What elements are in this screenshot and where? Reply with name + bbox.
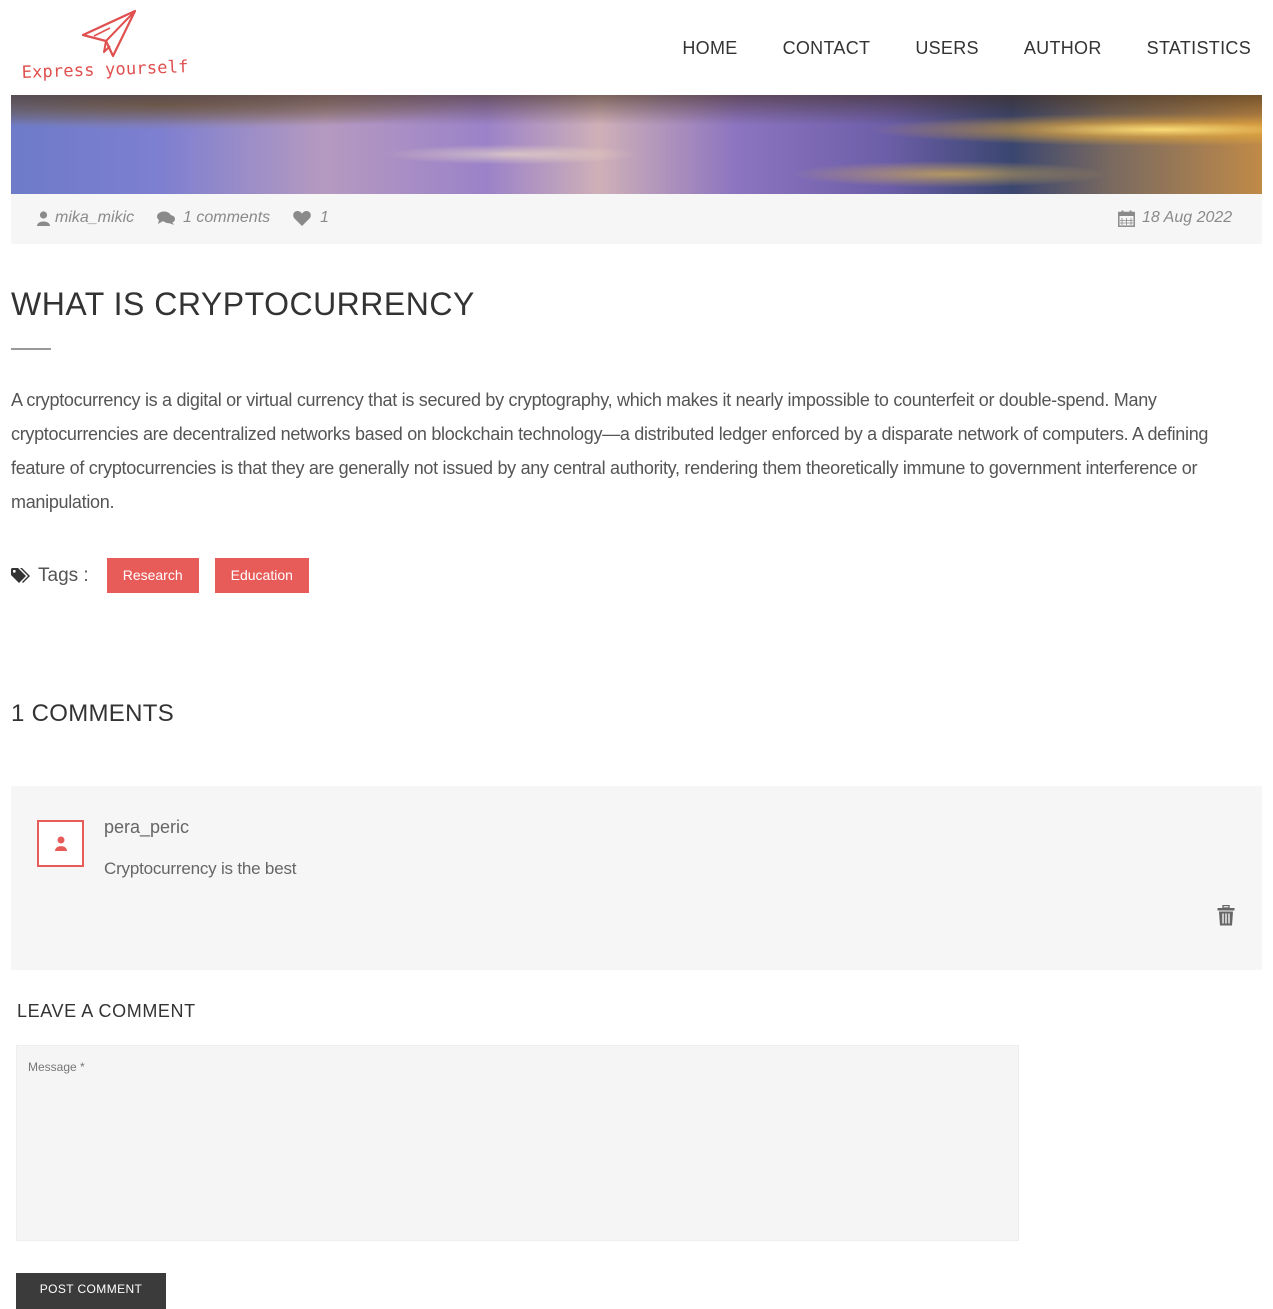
post-likes[interactable]: 1 — [293, 209, 329, 227]
user-icon — [54, 836, 67, 851]
post-title: WHAT IS CRYPTOCURRENCY — [11, 286, 475, 322]
comments-icon — [157, 211, 175, 225]
comment-item: pera_peric Cryptocurrency is the best — [11, 786, 1262, 970]
comment-text: Cryptocurrency is the best — [104, 859, 297, 878]
delete-comment-button[interactable] — [1217, 904, 1239, 929]
tags-icon — [11, 567, 30, 583]
main-nav: HOME CONTACT USERS AUTHOR STATISTICS — [682, 38, 1251, 59]
comment-avatar — [37, 820, 84, 867]
post-hero-image — [11, 95, 1262, 194]
site-logo[interactable]: Express yourself — [21, 8, 192, 90]
comments-count-text: 1 comments — [183, 209, 271, 226]
heart-icon — [293, 210, 311, 226]
title-divider — [11, 348, 51, 350]
site-header: Express yourself HOME CONTACT USERS AUTH… — [0, 0, 1273, 95]
user-icon — [37, 210, 50, 226]
nav-users[interactable]: USERS — [915, 38, 979, 59]
likes-count: 1 — [320, 209, 329, 226]
logo-text: Express yourself — [21, 57, 189, 83]
post-body: A cryptocurrency is a digital or virtual… — [11, 390, 1209, 512]
post-date: 18 Aug 2022 — [1118, 209, 1232, 227]
nav-home[interactable]: HOME — [682, 38, 737, 59]
comments-heading: 1 COMMENTS — [11, 700, 175, 727]
paper-plane-icon — [81, 9, 137, 58]
post-date-text: 18 Aug 2022 — [1142, 209, 1233, 226]
trash-icon — [1217, 904, 1235, 926]
tag-research[interactable]: Research — [106, 558, 199, 593]
post-comments-count[interactable]: 1 comments — [157, 209, 270, 227]
post-author-name: mika_mikic — [55, 209, 135, 226]
nav-author[interactable]: AUTHOR — [1024, 38, 1102, 59]
nav-contact[interactable]: CONTACT — [783, 38, 871, 59]
post-tags: Tags : Research Education — [11, 558, 325, 593]
tag-education[interactable]: Education — [214, 558, 309, 593]
comment-author: pera_peric — [104, 817, 190, 837]
message-field[interactable] — [16, 1045, 1019, 1241]
nav-statistics[interactable]: STATISTICS — [1147, 38, 1251, 59]
post-author[interactable]: mika_mikic — [37, 209, 134, 227]
tags-label: Tags : — [38, 564, 89, 586]
leave-comment-heading: LEAVE A COMMENT — [17, 1001, 196, 1021]
post-meta-bar: mika_mikic 1 comments 1 18 Aug 2022 — [11, 194, 1262, 244]
calendar-icon — [1118, 210, 1135, 227]
